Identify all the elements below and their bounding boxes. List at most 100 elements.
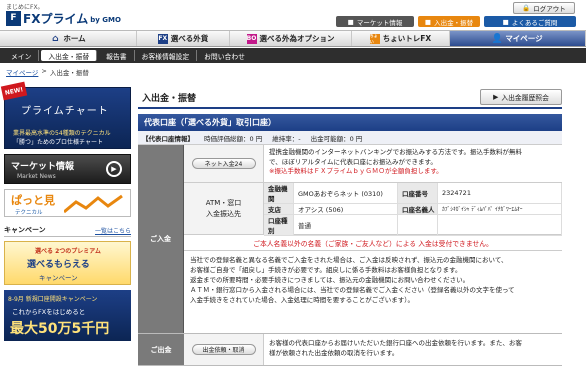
- breadcrumb-sep: >: [41, 67, 47, 75]
- arrow-right-icon: ▶: [493, 93, 499, 101]
- gnav-choi[interactable]: ちょい ちょいトレFX: [352, 31, 450, 46]
- withdraw-text-line1: お客様の代表口座からお届けいただいた銀行口座への出金依頼を行います。また、お客: [269, 339, 522, 347]
- gnav-home-label: ホーム: [63, 34, 86, 43]
- prime-chart-banner[interactable]: NEW! プライムチャート 業界最高水準の54種類のテクニカル 「勝つ」ためのプ…: [0, 81, 131, 149]
- prime-chart-title: プライムチャート: [21, 106, 109, 117]
- logo-by: by GMO: [90, 15, 121, 24]
- campaign1-line3: キャンペーン: [39, 274, 78, 282]
- market-news-title: マーケット情報: [11, 162, 75, 172]
- name-warning: ご本人名義以外の名義（ご家族・ご友人など）による 入金は受付できません。: [184, 235, 562, 251]
- market-info-button[interactable]: ■ マーケット情報: [336, 16, 414, 27]
- atm-row: ATM・窓口 入金振込先 金融機関 GMOあおぞらネット (0310) 口座番号…: [184, 183, 562, 236]
- note-line: 当社での登録名義と異なる名義でご入金をされた場合は、ご入金は反映されず、振込元の…: [190, 256, 508, 264]
- gnav-mypage-label: マイページ: [505, 34, 543, 43]
- net-text-note: ※振込手数料はＦＸプライムｂｙＧＭＯが全額負担します。: [269, 167, 443, 175]
- bo-icon: BO: [246, 33, 257, 44]
- empty-cell: [398, 215, 438, 236]
- market-info-label: マーケット情報: [356, 18, 403, 27]
- new-badge: NEW!: [0, 81, 28, 101]
- logout-button[interactable]: 🔒 ログアウト: [513, 2, 575, 14]
- sub-nav: メイン 入出金・振替 報告書 お客様情報設定 お問い合わせ: [0, 48, 586, 63]
- campaign-banner-2[interactable]: 8-9月 新規口座開設キャンペーン これからFXをはじめると 最大50万5千円: [4, 290, 131, 341]
- eval-total: 時価評価総額：0 円: [204, 134, 263, 143]
- campaign1-line2: 選べるもらえる: [27, 260, 90, 270]
- chart-zigzag-icon: [64, 194, 123, 214]
- margin-ratio: 維持率：-: [272, 134, 301, 143]
- net-deposit-button[interactable]: ネット入金24: [191, 158, 256, 169]
- campaign2-line3: 最大50万5千円: [10, 321, 110, 337]
- withdraw-cell: 出金依頼・取消: [184, 334, 264, 365]
- gnav-fx[interactable]: FX 選べる外貨: [137, 31, 230, 46]
- breadcrumb-current: 入出金・振替: [49, 69, 89, 77]
- header: まじめにFX。 F FXプライム by GMO 🔒 ログアウト ■ マーケット情…: [0, 0, 586, 30]
- atm-label: ATM・窓口 入金振込先: [184, 183, 264, 234]
- withdraw-text-line2: 様が依頼された出金依頼の取消を行います。: [269, 349, 399, 357]
- deposit-table: ご入金 ネット入金24 提携金融機関のインターネットバンキングでお振込みする方法…: [138, 145, 562, 334]
- withdraw-text: お客様の代表口座からお届けいただいた銀行口座への出金依頼を行います。また、お客 …: [264, 334, 562, 365]
- deposit-header-label: 入出金・振替: [434, 18, 474, 27]
- gnav-mypage[interactable]: 👤 マイページ: [450, 31, 586, 46]
- global-nav: ⌂ ホーム FX 選べる外貨 BO 選べる外為オプション ちょい ちょいトレFX…: [0, 30, 586, 47]
- fx-icon: FX: [157, 33, 168, 44]
- note-line: 返金までの所要時間・必要手続きにつきましては、振込元の金融機関にお問い合わせくだ…: [190, 276, 470, 284]
- gnav-fx-label: 選べる外貨: [170, 34, 209, 43]
- campaign1-line1: 選べる 2つのプレミアム: [35, 248, 101, 255]
- subnav-contact[interactable]: お問い合わせ: [197, 50, 252, 61]
- logout-label: ログアウト: [533, 5, 566, 13]
- pattomi-banner[interactable]: ぱっと見 テクニカル: [4, 189, 131, 217]
- note-line: 入金手続きをされていた場合、入金処理に時間を要することがございます）。: [190, 296, 415, 304]
- note-line: ＡＴＭ・銀行窓口から入金される場合には、当社での登録名義でご入金ください（登録名…: [190, 286, 515, 294]
- withdraw-button[interactable]: 出金依頼・取消: [191, 344, 256, 355]
- subnav-deposit[interactable]: 入出金・振替: [41, 50, 98, 61]
- logo-mark-icon: F: [6, 10, 21, 26]
- gnav-choi-label: ちょいトレFX: [382, 34, 432, 43]
- account-holder-value: ｶﾌﾞｼｷｶﾞｲｼｬ ﾃﾞｨﾑﾊﾟﾊﾟ ｲﾁｶﾞﾜｰｴﾑｵｰ: [438, 204, 562, 215]
- atm-label-line2: 入金振込先: [206, 209, 241, 218]
- prime-chart-sub1: 業界最高水準の54種類のテクニカル: [13, 130, 111, 137]
- breadcrumb-home[interactable]: マイページ: [6, 67, 38, 77]
- square-icon: ■: [347, 17, 354, 26]
- atm-label-line1: ATM・窓口: [205, 198, 242, 207]
- history-button-label: 入出金履歴照会: [501, 94, 549, 102]
- net-deposit-text: 提携金融機関のインターネットバンキングでお振込みする方法です。振込手数料が無料 …: [264, 145, 562, 182]
- pattomi-title: ぱっと見: [11, 194, 55, 207]
- campaign-title: キャンペーン: [4, 226, 46, 234]
- net-text-line2: で、ほぼリアルタイムに代表口座にお振込みができます。: [269, 157, 437, 166]
- faq-button[interactable]: ■ よくあるご質問: [484, 16, 576, 27]
- market-news-banner[interactable]: マーケット情報 Market News ▶: [4, 154, 131, 184]
- main-content: 入出金・振替 ▶ 入出金履歴照会 代表口座（「選べる外貨」取引口座） 【代表口座…: [138, 87, 562, 366]
- pattomi-sub: テクニカル: [15, 210, 43, 216]
- campaign-more-link[interactable]: 一覧はこちら: [95, 226, 131, 235]
- section-title: 代表口座（「選べる外貨」取引口座）: [138, 114, 562, 131]
- campaign-header: キャンペーン 一覧はこちら: [4, 224, 131, 237]
- bank-header: 金融機関: [264, 183, 294, 204]
- branch-value: オアシス (506): [294, 204, 398, 215]
- campaign2-line2: これからFXをはじめると: [12, 308, 86, 316]
- choi-icon: ちょい: [369, 32, 380, 44]
- page-title-bar: 入出金・振替 ▶ 入出金履歴照会: [138, 87, 562, 109]
- bank-info-grid: 金融機関 GMOあおぞらネット (0310) 口座番号 2324721 支店 オ…: [264, 183, 562, 236]
- subnav-report[interactable]: 報告書: [99, 50, 135, 61]
- faq-label: よくあるご質問: [511, 18, 558, 27]
- gnav-bo-label: 選べる外為オプション: [259, 34, 335, 43]
- campaign-banner-1[interactable]: 選べる 2つのプレミアム 選べるもらえる キャンペーン: [4, 241, 131, 285]
- logo-text: FXプライム: [23, 11, 89, 26]
- available-amount: 出金可能額：0 円: [310, 134, 363, 143]
- gnav-home[interactable]: ⌂ ホーム: [0, 31, 137, 46]
- net-text-line1: 提携金融機関のインターネットバンキングでお振込みする方法です。振込手数料が無料: [269, 148, 522, 156]
- withdraw-label: ご出金: [138, 334, 184, 365]
- gnav-bo[interactable]: BO 選べる外為オプション: [230, 31, 352, 46]
- history-button[interactable]: ▶ 入出金履歴照会: [480, 89, 562, 105]
- campaign2-line1: 8-9月 新規口座開設キャンペーン: [8, 296, 98, 303]
- account-number-header: 口座番号: [398, 183, 438, 204]
- user-icon: 👤: [491, 33, 503, 44]
- net-deposit-row: ネット入金24 提携金融機関のインターネットバンキングでお振込みする方法です。振…: [184, 145, 562, 183]
- square-icon: ■: [424, 17, 432, 26]
- home-icon: ⌂: [52, 33, 59, 44]
- deposit-header-button[interactable]: ■ 入出金・振替: [418, 16, 480, 27]
- subnav-main[interactable]: メイン: [4, 50, 40, 61]
- account-number-value: 2324721: [438, 183, 562, 204]
- lock-icon: 🔒: [522, 4, 531, 12]
- logo[interactable]: F FXプライム by GMO: [6, 10, 121, 26]
- subnav-settings[interactable]: お客様情報設定: [135, 50, 198, 61]
